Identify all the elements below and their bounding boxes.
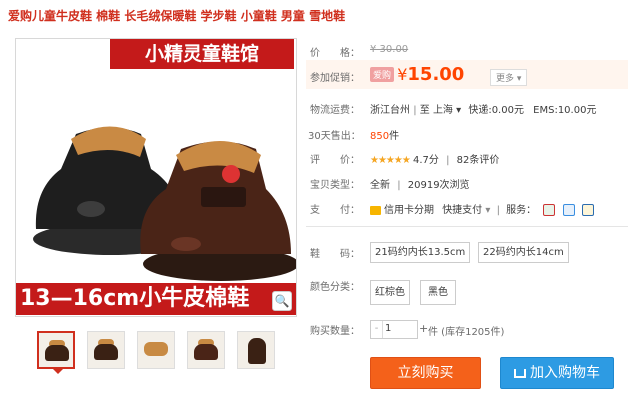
- zoom-icon[interactable]: 🔍: [272, 291, 292, 311]
- quickpay-link[interactable]: 快捷支付: [442, 205, 482, 216]
- thumbnail-1[interactable]: [37, 331, 75, 369]
- rating-score: 4.7分: [413, 155, 439, 166]
- size-option-22[interactable]: 22码约内长14cm: [478, 242, 569, 263]
- current-price: 15.00: [407, 64, 465, 85]
- rating-row: ★★★★★ 4.7分 | 82条评价: [370, 151, 499, 166]
- size-option-21[interactable]: 21码约内长13.5cm: [370, 242, 471, 263]
- thumbnail-5[interactable]: [237, 331, 275, 369]
- view-count: 20919次浏览: [407, 180, 470, 191]
- cart-icon: [514, 368, 526, 378]
- condition-sep: |: [397, 180, 401, 191]
- sales-label: 30天售出：: [308, 131, 361, 142]
- add-to-cart-label: 加入购物车: [530, 365, 600, 381]
- ship-sep: 至: [419, 105, 430, 116]
- rating-label: 评 价：: [310, 155, 360, 166]
- payment-dropdown-icon[interactable]: ▾: [485, 205, 490, 216]
- thumbnail-2[interactable]: [87, 331, 125, 369]
- original-price: ¥ 30.00: [370, 44, 409, 55]
- credit-card-icon: [370, 205, 381, 215]
- shipping-row: 浙江台州 | 至 上海 ▾ 快递:0.00元 EMS:10.00元: [370, 105, 597, 116]
- thumbnail-3[interactable]: [137, 331, 175, 369]
- sales-row: 850件: [370, 127, 399, 142]
- price-label: 价 格：: [310, 48, 360, 59]
- stock-info: 件 (库存1205件): [428, 327, 505, 338]
- payment-label: 支 付：: [310, 205, 360, 216]
- condition-row: 全新 | 20919次浏览: [370, 176, 470, 191]
- quantity-minus-button[interactable]: -: [371, 321, 383, 338]
- divider: [306, 226, 628, 227]
- payment-sep: |: [496, 205, 500, 216]
- size-label: 鞋 码：: [310, 249, 360, 260]
- buy-now-button[interactable]: 立刻购买: [370, 357, 481, 389]
- ems-fee: EMS:10.00元: [533, 105, 597, 116]
- review-count-link[interactable]: 82条评价: [457, 155, 500, 166]
- invoice-icon[interactable]: [581, 204, 594, 216]
- promo-label: 参加促销：: [310, 73, 360, 84]
- more-promos-button[interactable]: 更多 ▾: [490, 69, 528, 86]
- quantity-stepper: - 1: [370, 320, 418, 339]
- add-to-cart-button[interactable]: 加入购物车: [500, 357, 614, 389]
- color-option-black[interactable]: 黑色: [420, 280, 456, 305]
- shoes-illustration: [33, 126, 296, 281]
- color-label: 颜色分类：: [310, 282, 360, 293]
- guarantee-icon[interactable]: [562, 204, 575, 216]
- condition-label: 宝贝类型：: [310, 180, 360, 191]
- installment-link[interactable]: 信用卡分期: [384, 205, 434, 216]
- promo-price-row: 爱购 ¥15.00: [370, 64, 464, 85]
- seven-day-return-icon[interactable]: [543, 204, 556, 216]
- currency-symbol: ¥: [397, 65, 408, 84]
- payment-row: 信用卡分期 快捷支付 ▾ | 服务：: [370, 201, 594, 216]
- express-fee: 快递:0.00元: [468, 105, 524, 116]
- product-title: 爱购儿童牛皮鞋 棉鞋 长毛绒保暖鞋 学步鞋 小童鞋 男童 雪地鞋: [8, 9, 346, 23]
- shipping-label: 物流运费：: [310, 105, 360, 116]
- rating-stars-icon: ★★★★★: [370, 155, 411, 166]
- ship-to-select[interactable]: 上海 ▾: [433, 105, 461, 116]
- ship-from: 浙江台州: [370, 105, 410, 116]
- sales-unit: 件: [389, 131, 400, 142]
- condition-value: 全新: [370, 180, 390, 191]
- promo-tag: 爱购: [370, 67, 395, 82]
- main-product-image[interactable]: 小精灵童鞋馆 13—16cm小牛皮棉鞋 🔍: [15, 38, 297, 317]
- quantity-label: 购买数量：: [310, 326, 360, 337]
- sales-count: 850: [370, 131, 390, 142]
- size-banner: 13—16cm小牛皮棉鞋: [16, 283, 296, 315]
- color-option-brown[interactable]: 红棕色: [370, 280, 410, 305]
- thumbnail-selected-indicator: [53, 369, 63, 374]
- thumbnail-strip: [37, 331, 275, 369]
- thumbnail-4[interactable]: [187, 331, 225, 369]
- quantity-input[interactable]: 1: [385, 323, 391, 334]
- rating-sep: |: [446, 155, 450, 166]
- service-label: 服务：: [506, 205, 537, 216]
